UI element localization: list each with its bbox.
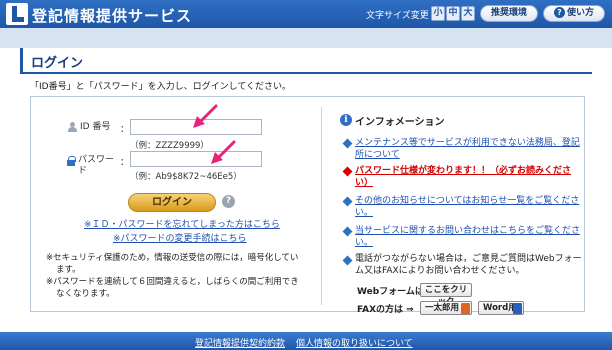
fax-ichitaro-button[interactable]: 一太郎用 — [420, 301, 472, 315]
fax-word-button[interactable]: Word用 — [478, 301, 524, 315]
privacy-link[interactable]: 個人情報の取り扱いについて — [296, 336, 413, 349]
password-label-line2: ド — [78, 166, 88, 176]
id-example: （例：ZZZZ9999） — [130, 141, 209, 151]
font-size-large-button[interactable]: 大 — [461, 6, 475, 21]
news-item-line2: 所について — [355, 150, 400, 160]
login-instruction: 「ID番号」と「パスワード」を入力し、ログインしてください。 — [30, 82, 292, 92]
fax-word-label: Word用 — [483, 303, 517, 313]
word-doc-icon — [513, 303, 522, 314]
lockout-note-line1: ※パスワードを連続して６回間違えると，しばらくの間ご利用でき — [46, 277, 299, 287]
app-header: 登記情報提供サービス 文字サイズ変更 小 中 大 推奨環境 ? 使い方 — [0, 0, 612, 28]
page-title: ログイン — [31, 56, 84, 71]
fax-label: FAXの方は ⇒ — [357, 305, 414, 315]
web-form-button[interactable]: ここをクリック — [420, 283, 472, 307]
app-title: 登記情報提供サービス — [32, 7, 193, 25]
news-item-line1: 当サービスに関するお問い合わせはこちらをご覧くださ — [355, 226, 581, 236]
annotation-arrow-password — [211, 140, 236, 164]
question-icon: ? — [553, 7, 565, 18]
news-item-line1: その他のお知らせについてはお知らせ一覧をご覧くださ — [355, 196, 580, 206]
user-icon — [68, 122, 77, 132]
lockout-note-line2: なくなります。 — [56, 289, 115, 299]
ichitaro-doc-icon — [461, 303, 470, 314]
recommended-environment-button[interactable]: 推奨環境 — [480, 5, 538, 22]
font-size-medium-button[interactable]: 中 — [446, 6, 460, 21]
help-button[interactable]: ? 使い方 — [543, 5, 605, 22]
id-label: ID 番号 — [80, 122, 111, 132]
news-item-line2: い。 — [355, 208, 374, 218]
help-question-icon[interactable]: ? — [222, 195, 235, 208]
news-item-link[interactable]: その他のお知らせについてはお知らせ一覧をご覧くださ い。 — [355, 195, 579, 219]
logo-icon — [6, 3, 28, 25]
lockout-note: ※パスワードを連続して６回間違えると，しばらくの間ご利用でき なくなります。 — [46, 276, 299, 300]
id-colon: ： — [120, 125, 130, 135]
news-item-link[interactable]: パスワード仕様が変わります！！（必ずお読みくださ い） — [355, 165, 571, 189]
password-colon: ： — [120, 158, 130, 168]
panel-divider — [321, 107, 322, 305]
page-title-bar: ログイン — [20, 48, 592, 74]
help-button-label: 使い方 — [566, 8, 594, 18]
news-item-line2: い。 — [355, 238, 374, 248]
login-button[interactable]: ログイン — [128, 193, 216, 212]
lock-icon — [67, 156, 76, 166]
font-size-small-button[interactable]: 小 — [431, 6, 445, 21]
password-input[interactable] — [130, 151, 262, 167]
password-example: （例：Ab9$8K72~46Ee5） — [130, 172, 242, 182]
web-form-label: Webフォームは — [357, 287, 424, 297]
font-size-label: 文字サイズ変更 — [366, 11, 429, 21]
news-item-link[interactable]: 当サービスに関するお問い合わせはこちらをご覧くださ い。 — [355, 225, 580, 249]
contact-note: 電話がつながらない場合は，ご意見ご質問はWebフォー ム又はFAXによりお問い合… — [355, 253, 582, 277]
security-note: ※セキュリティ保護のため，情報の送受信の際には，暗号化してい ます。 — [46, 252, 298, 276]
security-note-line1: ※セキュリティ保護のため，情報の送受信の際には，暗号化してい — [46, 253, 299, 263]
annotation-arrow-id — [193, 104, 218, 128]
info-icon: i — [340, 114, 352, 126]
change-password-link[interactable]: ※パスワードの変更手続はこちら — [113, 231, 247, 244]
news-item-line1: パスワード仕様が変わります！！（必ずお読みくださ — [355, 166, 572, 176]
contact-note-line2: ム又はFAXによりお問い合わせください。 — [355, 266, 525, 276]
news-item-line2: い） — [355, 178, 374, 188]
news-item-line1: メンテナンス等でサービスが利用できない法務局、登記 — [355, 138, 580, 148]
contact-note-line1: 電話がつながらない場合は，ご意見ご質問はWebフォー — [355, 254, 582, 264]
security-note-line2: ます。 — [56, 265, 81, 275]
forgot-id-password-link[interactable]: ※ＩＤ・パスワードを忘れてしまった方はこちら — [84, 217, 280, 230]
password-label: パスワー ド — [78, 155, 114, 177]
terms-link[interactable]: 登記情報提供契約約款 — [195, 336, 285, 349]
fax-ichitaro-label: 一太郎用 — [425, 303, 460, 313]
title-band — [0, 28, 612, 48]
password-label-line1: パスワー — [78, 155, 115, 165]
news-item-link[interactable]: メンテナンス等でサービスが利用できない法務局、登記 所について — [355, 137, 580, 161]
info-title: インフォメーション — [355, 117, 445, 128]
